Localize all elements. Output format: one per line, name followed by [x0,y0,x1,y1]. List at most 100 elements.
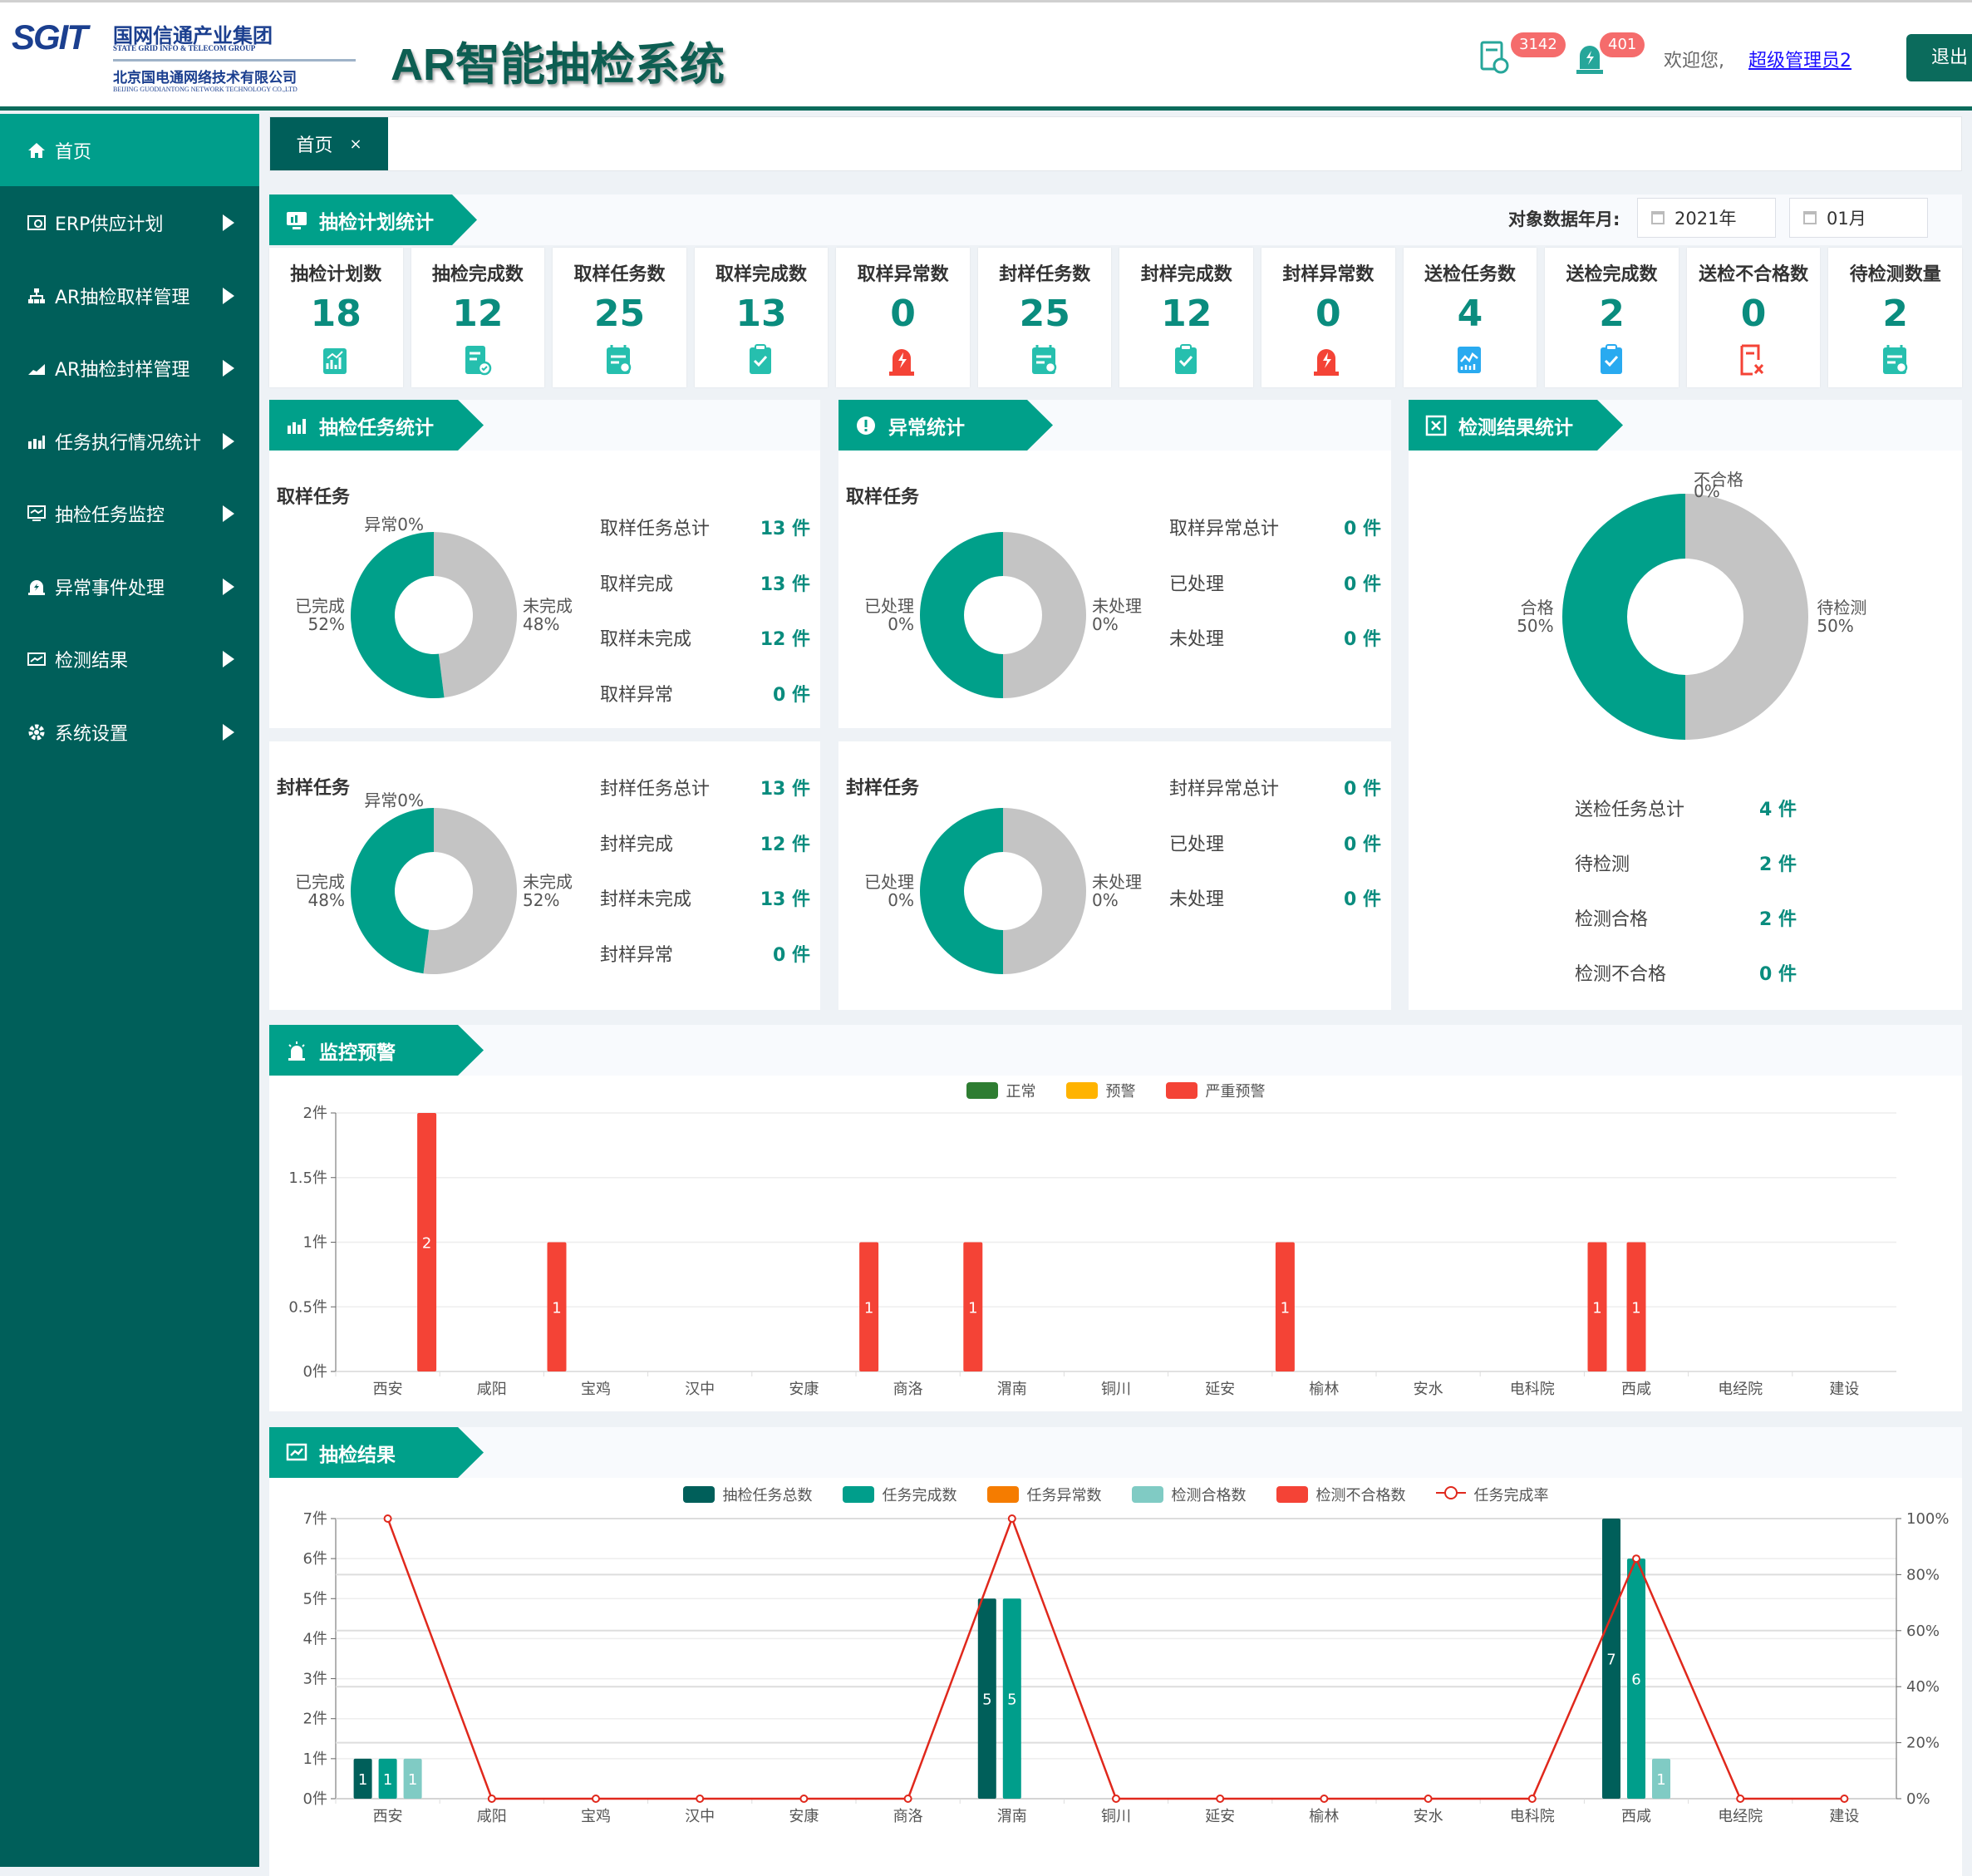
rate-point[interactable] [903,1795,912,1803]
rate-point[interactable] [1007,1514,1016,1523]
stat-card[interactable]: 抽检完成数 12 [411,248,545,387]
rate-point[interactable] [696,1795,705,1803]
pie-label-left: 已处理 0% [864,872,914,910]
stat-card[interactable]: 封样完成数 12 [1119,248,1254,387]
sidebar-item-label: AR抽检取样管理 [55,287,190,308]
pie-slice-未完成[interactable] [434,532,517,698]
tab-close-icon[interactable]: × [349,135,361,153]
year-picker[interactable]: 2021年 [1637,198,1776,238]
date-filter-label: 对象数据年月: [1508,209,1620,229]
x-tick-label: 商洛 [893,1381,923,1398]
stat-card-value: 0 [1315,293,1341,335]
rate-point[interactable] [1424,1795,1433,1803]
stat-card[interactable]: 送检任务数 4 [1403,248,1537,387]
pie-slice-未完成[interactable] [423,808,517,974]
rate-point[interactable] [799,1795,809,1803]
pie-slice-已完成[interactable] [351,808,434,974]
pie-label-top: 不合格 0% [1694,470,1743,501]
bar-value-label: 2 [422,1235,431,1253]
stat-card-label: 送检不合格数 [1699,264,1809,285]
rate-point[interactable] [1216,1795,1225,1803]
x-tick-label: 延安 [1205,1381,1235,1398]
rate-point[interactable] [592,1795,600,1803]
sidebar-item-0[interactable]: 首页 [0,114,259,186]
stat-row-value: 0 件 [1344,629,1381,650]
chart-plot: 0件 1件 2件 3件 4件 5件 6件 7件 0% 20% 40% 60% 80% 100% 西安 咸阳 宝鸡… [303,1510,1950,1825]
plan-chart-icon [320,343,352,380]
stat-block: 封样任务 已处理 0% 未处理 0% 封样异常总计 0 件已处理 0 件未处理 0 件 [838,741,1391,1010]
stat-card[interactable]: 取样异常数 0 [836,248,970,387]
pie-slice-已处理[interactable] [919,808,1003,974]
org-chart-icon [25,286,48,306]
stat-row-value: 0 件 [1759,964,1797,985]
sidebar-item-8[interactable]: 系统设置 [0,696,259,768]
sidebar-item-7[interactable]: 检测结果 [0,623,259,696]
stat-card[interactable]: 待检测数量 2 [1828,248,1962,387]
stat-card[interactable]: 送检完成数 2 [1545,248,1679,387]
y-tick-label: 4件 [303,1630,327,1647]
x-tick-label: 汉中 [685,1381,715,1398]
stat-card[interactable]: 取样任务数 25 [553,248,686,387]
stat-row-label: 未处理 [1169,889,1225,910]
rate-point[interactable] [1320,1795,1329,1803]
pie-slice-未处理[interactable] [1003,808,1086,974]
pie-slice-已完成[interactable] [350,532,445,698]
pie-slice-已处理[interactable] [919,532,1003,698]
pie-slice-未处理[interactable] [1003,532,1086,698]
task-notification-icon[interactable] [1479,39,1512,76]
stat-card-value: 0 [890,293,916,335]
user-link[interactable]: 超级管理员2 [1748,46,1852,72]
stat-card[interactable]: 送检不合格数 0 [1686,248,1821,387]
task-stats-panel: 抽检任务统计 取样任务 已完成 52% 未完成 48% 异常0% 取样任务总计 13 件取样完成… [269,400,820,1010]
stat-card-label: 抽检计划数 [290,264,382,285]
rate-point[interactable] [487,1795,496,1803]
pie-slice-待检测[interactable] [1685,494,1808,740]
clipboard-check-icon [1171,343,1202,380]
rate-point[interactable] [1527,1795,1537,1803]
stat-row-value: 0 件 [1344,834,1381,855]
chevron-right-icon [223,651,234,667]
logout-button[interactable]: 退出 [1906,34,1972,81]
rate-point[interactable] [1736,1795,1745,1803]
sidebar-item-6[interactable]: 异常事件处理 [0,550,259,623]
pie-label-right: 未完成 48% [523,596,573,634]
sidebar-item-5[interactable]: 抽检任务监控 [0,478,259,550]
divider [269,728,820,741]
sidebar-item-4[interactable]: 任务执行情况统计 [0,405,259,477]
rate-point[interactable] [1112,1795,1120,1803]
welcome-text: 欢迎您, [1664,51,1724,71]
x-tick-label: 安水 [1414,1808,1443,1825]
doc-x-icon [1738,343,1769,380]
rate-point[interactable] [1840,1795,1849,1803]
sidebar: 首页 ERP供应计划 AR抽检取样管理 AR抽检封样管理 任务执行情况统计 抽检任务监控异… [0,114,259,1867]
tab-home[interactable]: 首页 × [270,117,388,170]
result-donut: 合格 50% 待检测 50% 不合格 0% [1409,400,1962,782]
sidebar-item-2[interactable]: AR抽检取样管理 [0,259,259,332]
pie-label-right: 未处理 0% [1092,872,1142,910]
pie-label-right: 未完成 52% [523,872,573,910]
task-stats-title: 抽检任务统计 [269,400,484,451]
stat-card[interactable]: 封样任务数 25 [977,248,1112,387]
stat-card[interactable]: 取样完成数 13 [694,248,829,387]
sidebar-item-1[interactable]: ERP供应计划 [0,187,259,259]
y-tick-label: 1件 [303,1234,327,1252]
bar-value-label: 1 [1592,1299,1601,1317]
month-picker[interactable]: 01月 [1789,198,1928,238]
rate-point[interactable] [1632,1554,1640,1563]
bar-value-label: 6 [1631,1672,1640,1689]
alarm-icon [25,577,48,597]
stat-row-label: 封样任务总计 [600,779,711,800]
pie-slice-合格[interactable] [1561,494,1685,740]
rate-point[interactable] [383,1514,392,1523]
stat-card[interactable]: 抽检计划数 18 [269,248,403,387]
stat-card[interactable]: 封样异常数 0 [1261,248,1395,387]
app-title: AR智能抽检系统 [391,40,725,90]
calendar-icon [1029,343,1060,380]
block-title: 取样任务 [846,487,920,508]
sidebar-item-3[interactable]: AR抽检封样管理 [0,332,259,405]
calendar-icon [1803,211,1817,224]
y-tick-label: 1.5件 [288,1169,327,1187]
stat-row-label: 取样异常总计 [1169,519,1280,539]
bar-value-label: 1 [1281,1299,1290,1317]
sidebar-item-label: 检测结果 [55,651,129,672]
